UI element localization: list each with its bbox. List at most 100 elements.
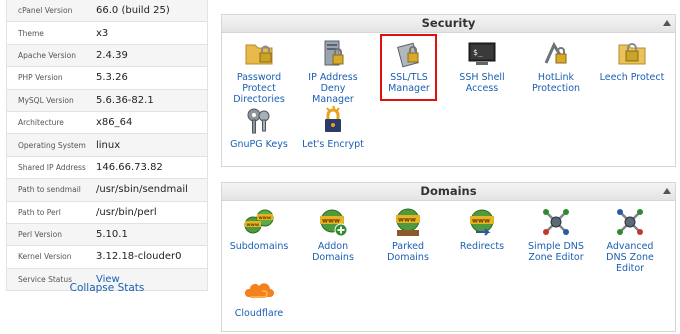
stat-value: linux [96,139,121,151]
item-label-line2: Access [465,83,499,94]
item-label-line3: Editor [615,263,645,274]
folder-lock-icon [618,43,646,65]
server-stats-panel: cPanel Version 66.0 (build 25) Theme x3 Ap… [6,0,208,292]
item-label-line1: Addon [317,241,349,252]
item-label-line1: Cloudflare [234,308,284,319]
hotlink-protection-link[interactable]: HotLink Protection [518,37,594,94]
terminal-icon: $_ [468,42,496,65]
stat-row-perl-path: Path to Perl/usr/bin/perl [6,201,208,224]
subdomains-link[interactable]: www www Subdomains [221,206,297,252]
item-label-line2: Domains [387,252,429,263]
stat-label: Shared IP Address [18,162,86,172]
item-label-line1: Let's Encrypt [302,139,364,150]
collapse-arrow-icon[interactable] [663,188,671,194]
item-label-line2: Protect [242,83,276,94]
stat-row-shared-ip: Shared IP Address 146.66.73.82 [6,156,208,180]
stat-value: 5.6.36-82.1 [96,94,154,106]
keys-icon [247,108,270,134]
svg-text:www: www [322,217,340,225]
stat-label: Operating System [18,140,86,150]
www-redirect-icon: www [470,209,494,236]
stat-value: 3.12.18-clouder0 [96,251,182,263]
stat-row-kernel-version: Kernel Version 3.12.18-clouder0 [6,246,208,269]
stat-row-sendmail-path: Path to sendmail/usr/sbin/sendmail [6,179,208,202]
stat-value: 2.4.39 [96,49,128,61]
stat-value: x3 [96,27,109,39]
dns-network-icon [543,209,569,235]
www-globes-icon: www www [244,209,274,234]
domains-panel-title: Domains [420,184,477,198]
leech-protect-link[interactable]: Leech Protect [592,37,672,83]
ssh-shell-access-link[interactable]: $_ SSH Shell Access [444,37,520,94]
advanced-dns-zone-editor-link[interactable]: Advanced DNS Zone Editor [592,206,668,274]
stat-row-perl-version: Perl Version 5.10.1 [6,223,208,247]
stat-row-php-version: PHP Version 5.3.26 [6,67,208,90]
item-label-line2: Zone Editor [528,252,584,263]
security-panel-title: Security [421,16,476,30]
collapse-arrow-icon[interactable] [663,20,671,26]
lets-encrypt-link[interactable]: Let's Encrypt [295,104,371,150]
item-label-line1: Password [236,72,282,83]
domains-panel: Domains www www Subdomains www Addon Dom… [221,182,676,332]
folder-lock-icon [245,44,273,65]
item-label-line1: Leech Protect [599,72,665,83]
password-protect-directories-link[interactable]: Password Protect Directories [221,37,297,105]
server-lock-icon [324,40,344,66]
stat-value: 5.10.1 [96,229,128,241]
parked-domains-link[interactable]: www Parked Domains [370,206,446,263]
item-label-line1: IP Address [308,72,358,83]
item-label-line2: DNS Zone [606,252,654,263]
item-label-line1: Advanced [606,241,654,252]
cloudflare-link[interactable]: Cloudflare [221,273,297,319]
ip-address-deny-manager-link[interactable]: IP Address Deny Manager [295,37,371,105]
svg-text:www: www [398,216,416,224]
security-panel-header[interactable]: Security [222,15,675,33]
hotlink-lock-icon [544,41,567,64]
simple-dns-zone-editor-link[interactable]: Simple DNS Zone Editor [518,206,594,263]
domains-panel-header[interactable]: Domains [222,183,675,201]
stat-value: x86_64 [96,117,133,129]
stat-value: 5.3.26 [96,72,128,84]
svg-text:$_: $_ [473,48,483,57]
stat-label: Path to sendmail [18,185,81,195]
stat-row-cpanel-version: cPanel Version 66.0 (build 25) [6,0,208,23]
item-label-line1: SSH Shell [459,72,505,83]
stat-row-operating-system: Operating System linux [6,134,208,157]
stat-label: MySQL Version [18,95,74,105]
stat-label: Kernel Version [18,252,72,262]
item-label-line1: GnuPG Keys [230,139,288,150]
stat-label: PHP Version [18,73,63,83]
item-label-line2: Domains [312,252,354,263]
padlock-icon [325,105,341,132]
cloudflare-icon [244,283,274,298]
stat-label: Theme [18,28,44,38]
collapse-stats-link[interactable]: Collapse Stats [6,282,208,294]
stat-value: /usr/bin/perl [96,206,157,218]
redirects-link[interactable]: www Redirects [444,206,520,252]
gnupg-keys-link[interactable]: GnuPG Keys [221,104,297,150]
item-label-line1: Redirects [459,241,505,252]
stat-label: Architecture [18,118,64,128]
item-label-line1: Parked [391,241,425,252]
security-panel: Security Password Protect Directories IP… [221,14,676,167]
stat-row-mysql-version: MySQL Version 5.6.36-82.1 [6,89,208,112]
dns-network-icon [617,209,643,235]
www-parked-icon: www [396,208,420,236]
svg-text:www: www [472,217,490,225]
item-label-line2: Deny [320,83,346,94]
stat-label: cPanel Version [18,6,73,16]
www-add-icon: www [320,209,348,237]
stat-row-architecture: Architecture x86_64 [6,111,208,135]
stat-label: Path to Perl [18,207,61,217]
item-label-line1: HotLink [537,72,575,83]
stat-row-apache-version: Apache Version 2.4.39 [6,44,208,68]
stat-value: 146.66.73.82 [96,161,163,173]
svg-text:www: www [247,223,259,228]
item-label-line1: Subdomains [229,241,289,252]
stat-value: /usr/sbin/sendmail [96,184,188,196]
item-label-line1: Simple DNS [528,241,584,252]
addon-domains-link[interactable]: www Addon Domains [295,206,371,263]
ssl-tls-highlight-box [380,34,437,101]
item-label-line2: Protection [531,83,581,94]
svg-text:www: www [259,216,271,221]
